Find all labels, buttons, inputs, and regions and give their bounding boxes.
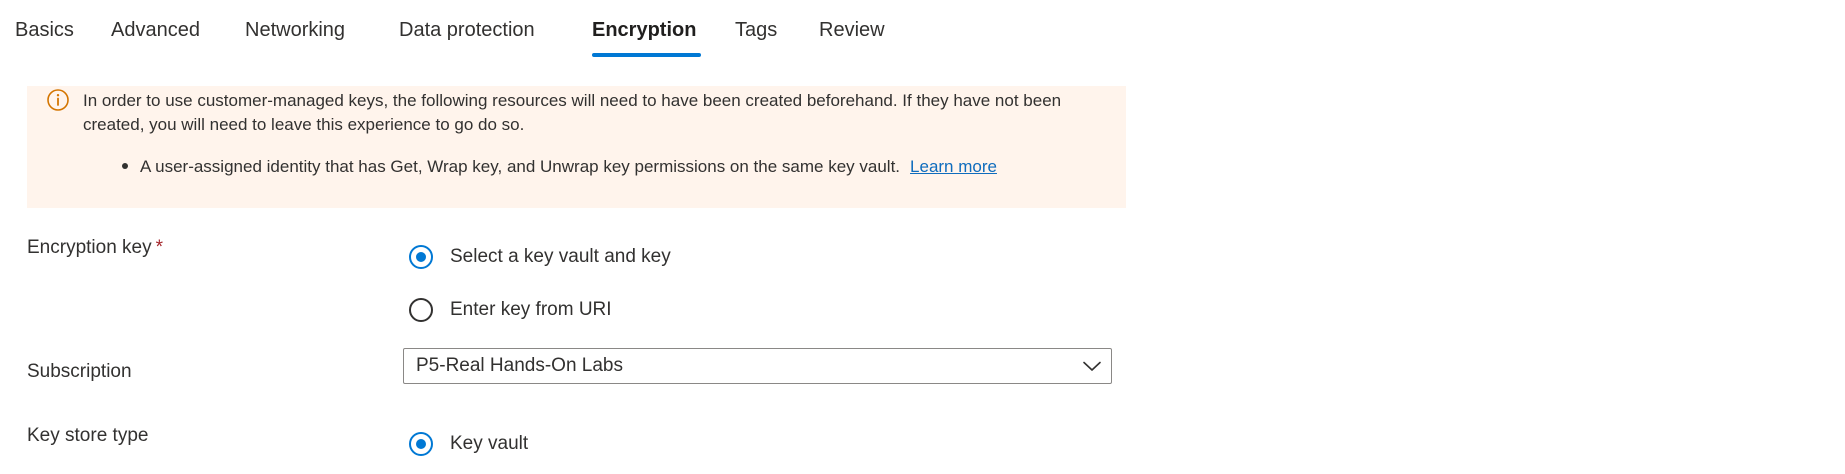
tab-bar: Basics Advanced Networking Data protecti… — [0, 0, 900, 57]
bullet-dot — [122, 162, 128, 169]
banner-bullet-text: A user-assigned identity that has Get, W… — [140, 157, 901, 176]
required-marker: * — [155, 237, 164, 258]
page: Basics Advanced Networking Data protecti… — [0, 0, 1845, 474]
radio-label: Select a key vault and key — [450, 246, 671, 267]
subscription-selected-value: P5-Real Hands-On Labs — [416, 355, 623, 376]
banner-bullet-item: A user-assigned identity that has Get, W… — [122, 155, 997, 179]
radio-label: Key vault — [450, 433, 529, 454]
info-banner: In order to use customer-managed keys, t… — [27, 86, 1126, 208]
radio-enter-key-uri[interactable]: Enter key from URI — [409, 298, 612, 322]
banner-message: In order to use customer-managed keys, t… — [83, 91, 1062, 134]
radio-select-key-vault[interactable]: Select a key vault and key — [409, 245, 671, 269]
radio-button-checked[interactable] — [409, 432, 433, 456]
key-store-type-label: Key store type — [27, 425, 149, 446]
radio-label: Enter key from URI — [450, 299, 612, 320]
encryption-key-label-text: Encryption key — [27, 237, 152, 258]
tab-encryption[interactable]: Encryption — [592, 18, 696, 42]
tab-networking[interactable]: Networking — [245, 18, 345, 42]
encryption-key-label: Encryption key * — [27, 236, 163, 260]
tab-tags[interactable]: Tags — [735, 18, 777, 42]
learn-more-link[interactable]: Learn more — [910, 157, 997, 176]
info-icon — [47, 89, 69, 111]
radio-button-checked[interactable] — [409, 245, 433, 269]
chevron-down-icon — [1083, 361, 1101, 371]
tab-data-protection[interactable]: Data protection — [399, 18, 535, 42]
tab-basics[interactable]: Basics — [15, 18, 74, 42]
radio-button-unchecked[interactable] — [409, 298, 433, 322]
tab-review[interactable]: Review — [819, 18, 885, 42]
subscription-dropdown[interactable]: P5-Real Hands-On Labs — [403, 348, 1112, 384]
radio-key-vault[interactable]: Key vault — [409, 432, 528, 456]
tab-advanced[interactable]: Advanced — [111, 18, 200, 42]
subscription-label: Subscription — [27, 361, 132, 382]
active-tab-indicator — [592, 53, 701, 57]
